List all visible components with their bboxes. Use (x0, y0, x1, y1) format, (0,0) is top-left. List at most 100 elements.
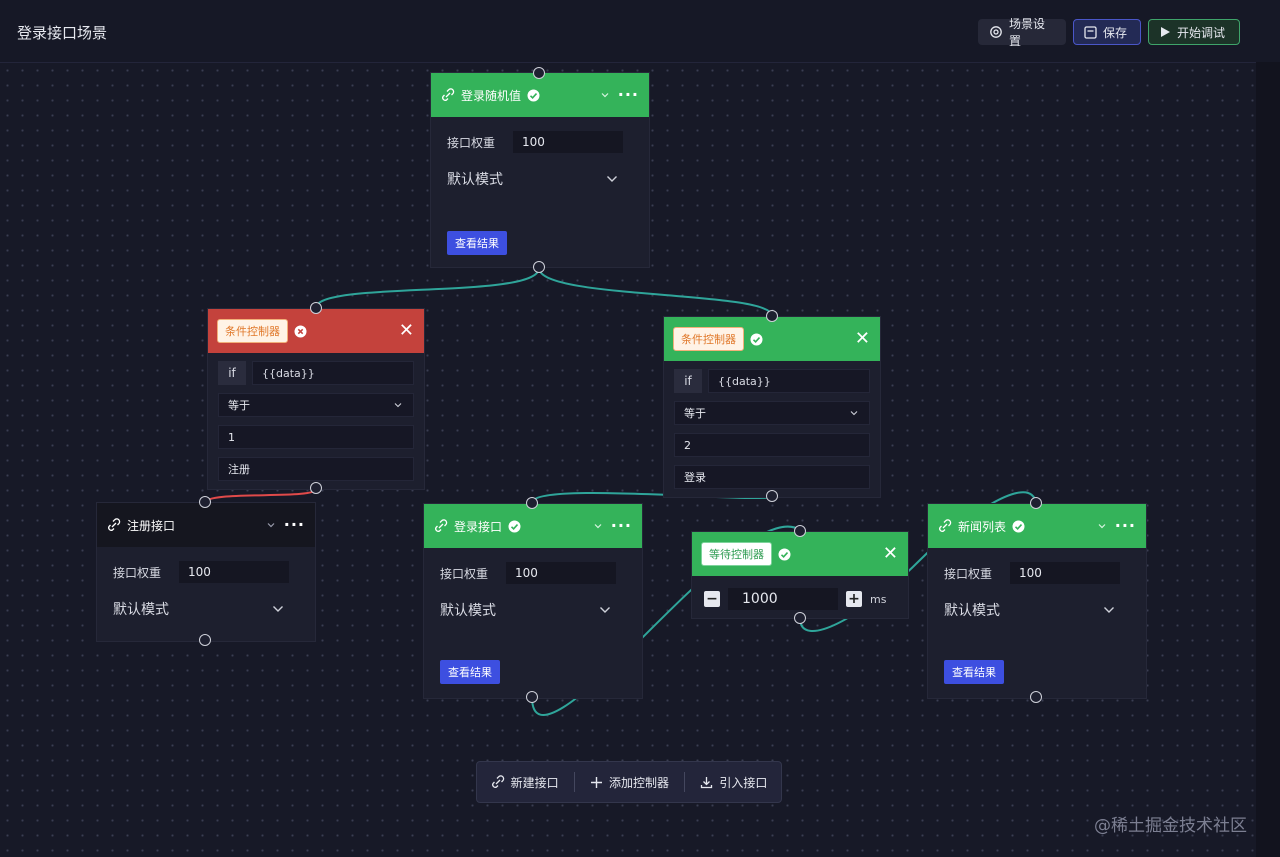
more-icon[interactable]: ··· (618, 87, 639, 103)
close-icon[interactable]: ✕ (883, 545, 898, 563)
new-api-button[interactable]: 新建接口 (491, 774, 559, 791)
condition-tag[interactable]: 条件控制器 (673, 327, 744, 351)
more-icon[interactable]: ··· (284, 517, 305, 533)
node-header[interactable]: 登录随机值 ··· (431, 73, 649, 117)
port-news-in[interactable] (1030, 497, 1042, 509)
chevron-down-icon[interactable] (264, 518, 278, 532)
weight-input[interactable]: 100 (1010, 562, 1121, 584)
condition-variable-input[interactable]: {{data}} (252, 361, 414, 385)
node-news-list[interactable]: 新闻列表 ··· 接口权重 100 默认模式 查看结果 (927, 503, 1147, 699)
mode-select[interactable]: 默认模式 (431, 169, 649, 189)
close-icon[interactable]: ✕ (399, 322, 414, 340)
node-header[interactable]: 新闻列表 ··· (928, 504, 1146, 548)
node-header[interactable]: 条件控制器 ✕ (208, 309, 424, 353)
play-icon (1161, 27, 1170, 37)
more-icon[interactable]: ··· (611, 518, 632, 534)
condition-tag[interactable]: 条件控制器 (217, 319, 288, 343)
wait-tag[interactable]: 等待控制器 (701, 542, 772, 566)
condition-variable-input[interactable]: {{data}} (708, 369, 870, 393)
import-api-label: 引入接口 (719, 775, 768, 790)
view-result-button[interactable]: 查看结果 (944, 660, 1004, 684)
import-api-button[interactable]: 引入接口 (700, 774, 767, 791)
condition-value-input[interactable]: 1 (218, 425, 414, 449)
scene-settings-label: 场景设置 (1009, 17, 1046, 48)
port-register-in[interactable] (199, 496, 211, 508)
port-wait-in[interactable] (794, 525, 806, 537)
wait-time-input[interactable]: 1000 (728, 588, 838, 610)
weight-input[interactable]: 100 (513, 131, 624, 153)
node-condition-right[interactable]: 条件控制器 ✕ if {{data}} 等于 2 登录 (663, 316, 881, 498)
chevron-down-icon[interactable] (598, 88, 612, 102)
node-header[interactable]: 等待控制器 ✕ (692, 532, 908, 576)
mode-label: 默认模式 (944, 603, 1000, 619)
check-circle-icon (1012, 520, 1025, 532)
node-header[interactable]: 条件控制器 ✕ (664, 317, 880, 361)
add-controller-button[interactable]: 添加控制器 (590, 774, 669, 791)
chevron-down-icon (273, 606, 283, 612)
decrement-button[interactable]: − (704, 591, 720, 607)
download-icon (701, 776, 713, 788)
port-cond-left-out[interactable] (310, 482, 322, 494)
node-title: 新闻列表 (958, 519, 1007, 534)
port-register-out[interactable] (199, 634, 211, 646)
node-condition-left[interactable]: 条件控制器 ✕ if {{data}} 等于 1 注册 (207, 308, 425, 490)
node-wait-controller[interactable]: 等待控制器 ✕ − 1000 + ms (691, 531, 909, 619)
port-cond-right-out[interactable] (766, 490, 778, 502)
chevron-down-icon[interactable] (591, 519, 605, 533)
close-icon[interactable]: ✕ (855, 330, 870, 348)
port-login-out[interactable] (526, 691, 538, 703)
port-cond-right-in[interactable] (766, 310, 778, 322)
top-bar: 登录接口场景 场景设置 保存 开始调试 (0, 0, 1280, 62)
condition-value-input[interactable]: 2 (674, 433, 870, 457)
chevron-down-icon (1104, 607, 1114, 613)
view-result-button[interactable]: 查看结果 (447, 231, 507, 255)
port-wait-out[interactable] (794, 612, 806, 624)
node-title: 登录随机值 (461, 88, 522, 103)
mode-select[interactable]: 默认模式 (97, 599, 315, 619)
node-login-random[interactable]: 登录随机值 ··· 接口权重 100 默认模式 查看结果 (430, 72, 650, 268)
page-title: 登录接口场景 (17, 24, 108, 42)
weight-input[interactable]: 100 (506, 562, 617, 584)
link-icon (435, 519, 448, 532)
port-random-out[interactable] (533, 261, 545, 273)
view-result-button[interactable]: 查看结果 (440, 660, 500, 684)
mode-select[interactable]: 默认模式 (928, 600, 1146, 620)
more-icon[interactable]: ··· (1115, 518, 1136, 534)
chevron-down-icon (607, 176, 617, 182)
check-circle-icon (750, 333, 763, 345)
link-icon (108, 518, 121, 531)
port-news-out[interactable] (1030, 691, 1042, 703)
condition-name-input[interactable]: 登录 (674, 465, 870, 489)
condition-name-input[interactable]: 注册 (218, 457, 414, 481)
node-header[interactable]: 登录接口 ··· (424, 504, 642, 548)
increment-button[interactable]: + (846, 591, 862, 607)
save-icon (1084, 25, 1097, 39)
start-debug-label: 开始调试 (1177, 25, 1226, 40)
weight-label: 接口权重 (447, 135, 496, 150)
check-circle-icon (778, 548, 791, 560)
start-debug-button[interactable]: 开始调试 (1148, 19, 1240, 45)
save-button[interactable]: 保存 (1073, 19, 1141, 45)
scene-settings-button[interactable]: 场景设置 (978, 17, 1066, 48)
plus-icon (590, 776, 602, 788)
operator-select[interactable]: 等于 (218, 393, 414, 417)
weight-input[interactable]: 100 (179, 561, 290, 583)
weight-label: 接口权重 (113, 565, 162, 580)
node-header[interactable]: 注册接口 ··· (97, 503, 315, 547)
node-register-api[interactable]: 注册接口 ··· 接口权重 100 默认模式 (96, 502, 316, 642)
mode-label: 默认模式 (113, 602, 169, 618)
port-cond-left-in[interactable] (310, 302, 322, 314)
port-login-in[interactable] (526, 497, 538, 509)
mode-select[interactable]: 默认模式 (424, 600, 642, 620)
port-random-in[interactable] (533, 67, 545, 79)
unit-label: ms (870, 592, 887, 606)
toolbar-divider (684, 772, 686, 792)
right-scroll-area (1256, 62, 1280, 857)
chevron-down-icon[interactable] (1095, 519, 1109, 533)
bottom-toolbar: 新建接口 添加控制器 引入接口 (476, 761, 782, 803)
operator-select[interactable]: 等于 (674, 401, 870, 425)
node-title: 登录接口 (454, 519, 503, 534)
node-login-api[interactable]: 登录接口 ··· 接口权重 100 默认模式 查看结果 (423, 503, 643, 699)
save-label: 保存 (1103, 25, 1128, 40)
weight-label: 接口权重 (944, 566, 993, 581)
